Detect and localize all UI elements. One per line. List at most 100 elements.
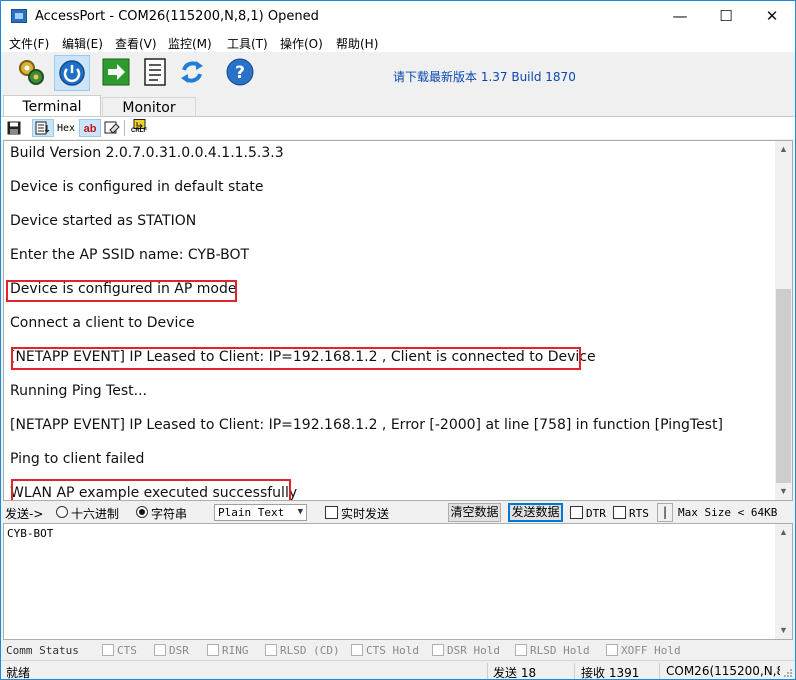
power-icon — [59, 60, 85, 86]
document-icon — [144, 58, 166, 86]
terminal-line: Enter the AP SSID name: CYB-BOT — [10, 247, 250, 263]
terminal-line: Connect a client to Device — [10, 315, 195, 331]
power-button[interactable] — [54, 55, 90, 91]
received-count: 接收 1391 — [581, 666, 640, 680]
highlight-box-client-connected — [11, 347, 581, 370]
highlight-box-success — [11, 479, 291, 500]
clear-data-button[interactable]: 清空数据 — [448, 503, 501, 522]
rlsd-hold-label: RLSD Hold — [530, 644, 590, 657]
terminal-line: Build Version 2.0.7.0.31.0.0.4.1.1.5.3.3 — [10, 145, 284, 161]
scroll-down-icon[interactable]: ▼ — [775, 483, 792, 500]
gears-icon — [19, 60, 44, 85]
scroll-up-icon[interactable]: ▲ — [775, 524, 792, 541]
hex-label: Hex — [56, 123, 76, 134]
ring-indicator — [207, 644, 219, 656]
pipe-button[interactable]: | — [657, 503, 673, 522]
cts-hold-label: CTS Hold — [366, 644, 419, 657]
terminal-line: Device is configured in default state — [10, 179, 264, 195]
highlight-box-ap-mode — [6, 280, 237, 302]
crlf-label: CRLF — [131, 128, 147, 134]
dtr-label: DTR — [586, 507, 606, 520]
realtime-send-checkbox[interactable] — [325, 506, 338, 519]
close-button[interactable]: ✕ — [749, 1, 795, 32]
status-separator — [574, 663, 575, 679]
document-button[interactable] — [138, 55, 174, 91]
settings-gears-button[interactable] — [14, 55, 50, 91]
xoff-hold-indicator — [606, 644, 618, 656]
hex-display-button[interactable]: Hex — [55, 119, 77, 137]
status-separator — [659, 663, 660, 679]
svg-text:?: ? — [235, 63, 245, 83]
send-input[interactable]: CYB-BOT ▲ ▼ — [3, 523, 793, 640]
autoscroll-button[interactable] — [32, 119, 54, 137]
resize-grip-icon[interactable] — [783, 668, 793, 678]
status-bar: 就绪 发送 18 接收 1391 COM26(115200,N,8 — [1, 660, 795, 680]
main-toolbar: ? 请下载最新版本 1.37 Build 1870 — [1, 53, 795, 95]
cts-hold-indicator — [351, 644, 363, 656]
app-window: AccessPort - COM26(115200,N,8,1) Opened … — [0, 0, 796, 680]
dsr-hold-label: DSR Hold — [447, 644, 500, 657]
save-button[interactable] — [5, 119, 22, 137]
ring-label: RING — [222, 644, 249, 657]
minimize-button[interactable]: — — [657, 1, 703, 32]
rlsd-hold-indicator — [515, 644, 527, 656]
rts-checkbox[interactable] — [613, 506, 626, 519]
scroll-down-icon[interactable]: ▼ — [775, 622, 792, 639]
send-options-row: 发送-> 十六进制 字符串 Plain Text ▼ 实时发送 清空数据 发送数… — [1, 502, 795, 523]
send-label: 发送-> — [5, 507, 44, 521]
ab-label: ab — [83, 123, 97, 135]
tab-terminal[interactable]: Terminal — [3, 95, 101, 118]
dsr-indicator — [154, 644, 166, 656]
cts-indicator — [102, 644, 114, 656]
send-input-value: CYB-BOT — [7, 527, 54, 540]
comm-status-label: Comm Status — [6, 644, 79, 657]
menu-tools[interactable]: 工具(T) — [227, 35, 268, 52]
scrollbar-thumb[interactable] — [776, 289, 791, 483]
max-size-label: Max Size < 64KB — [678, 506, 778, 519]
terminal-output[interactable]: Build Version 2.0.7.0.31.0.0.4.1.1.5.3.3… — [3, 140, 793, 501]
tab-bar: Terminal Monitor — [1, 95, 795, 119]
refresh-button[interactable] — [175, 55, 211, 91]
terminal-scrollbar[interactable]: ▲ ▼ — [775, 141, 792, 500]
title-bar[interactable]: AccessPort - COM26(115200,N,8,1) Opened … — [1, 1, 795, 32]
clear-terminal-button[interactable] — [103, 119, 121, 137]
crlf-button[interactable]: CRLF — [130, 119, 150, 137]
scroll-up-icon[interactable]: ▲ — [775, 141, 792, 158]
format-select[interactable]: Plain Text ▼ — [214, 504, 307, 521]
hex-radio-label: 十六进制 — [71, 507, 120, 521]
dtr-checkbox[interactable] — [570, 506, 583, 519]
menu-edit[interactable]: 编辑(E) — [62, 35, 103, 52]
status-separator — [487, 663, 488, 679]
menu-view[interactable]: 查看(V) — [115, 35, 157, 52]
go-button[interactable] — [99, 55, 135, 91]
status-state: 就绪 — [6, 666, 31, 680]
hex-radio[interactable] — [56, 506, 68, 518]
rlsd-label: RLSD (CD) — [280, 644, 340, 657]
string-radio-label: 字符串 — [151, 507, 188, 521]
dsr-label: DSR — [169, 644, 189, 657]
rlsd-indicator — [265, 644, 277, 656]
realtime-send-label: 实时发送 — [341, 507, 390, 521]
maximize-button[interactable]: ☐ — [703, 1, 749, 32]
help-icon: ? — [226, 58, 254, 86]
text-display-button[interactable]: ab — [79, 119, 101, 137]
string-radio[interactable] — [136, 506, 148, 518]
send-data-button[interactable]: 发送数据 — [508, 503, 563, 522]
port-status: COM26(115200,N,8 — [666, 664, 780, 678]
update-promo-link[interactable]: 请下载最新版本 1.37 Build 1870 — [393, 68, 576, 85]
xoff-hold-label: XOFF Hold — [621, 644, 681, 657]
eraser-icon — [104, 121, 120, 134]
menu-operate[interactable]: 操作(O) — [280, 35, 323, 52]
menu-help[interactable]: 帮助(H) — [336, 35, 378, 52]
terminal-line: Device started as STATION — [10, 213, 197, 229]
cts-label: CTS — [117, 644, 137, 657]
menu-monitor[interactable]: 监控(M) — [168, 35, 212, 52]
help-button[interactable]: ? — [223, 55, 259, 91]
list-scroll-icon — [35, 121, 50, 135]
menu-file[interactable]: 文件(F) — [9, 35, 49, 52]
terminal-line: Ping to client failed — [10, 451, 145, 467]
terminal-toolbar: Hex ab CRLF — [1, 117, 795, 139]
toolbar-separator — [124, 120, 125, 136]
rts-label: RTS — [629, 507, 649, 520]
send-scrollbar[interactable]: ▲ ▼ — [775, 524, 792, 639]
